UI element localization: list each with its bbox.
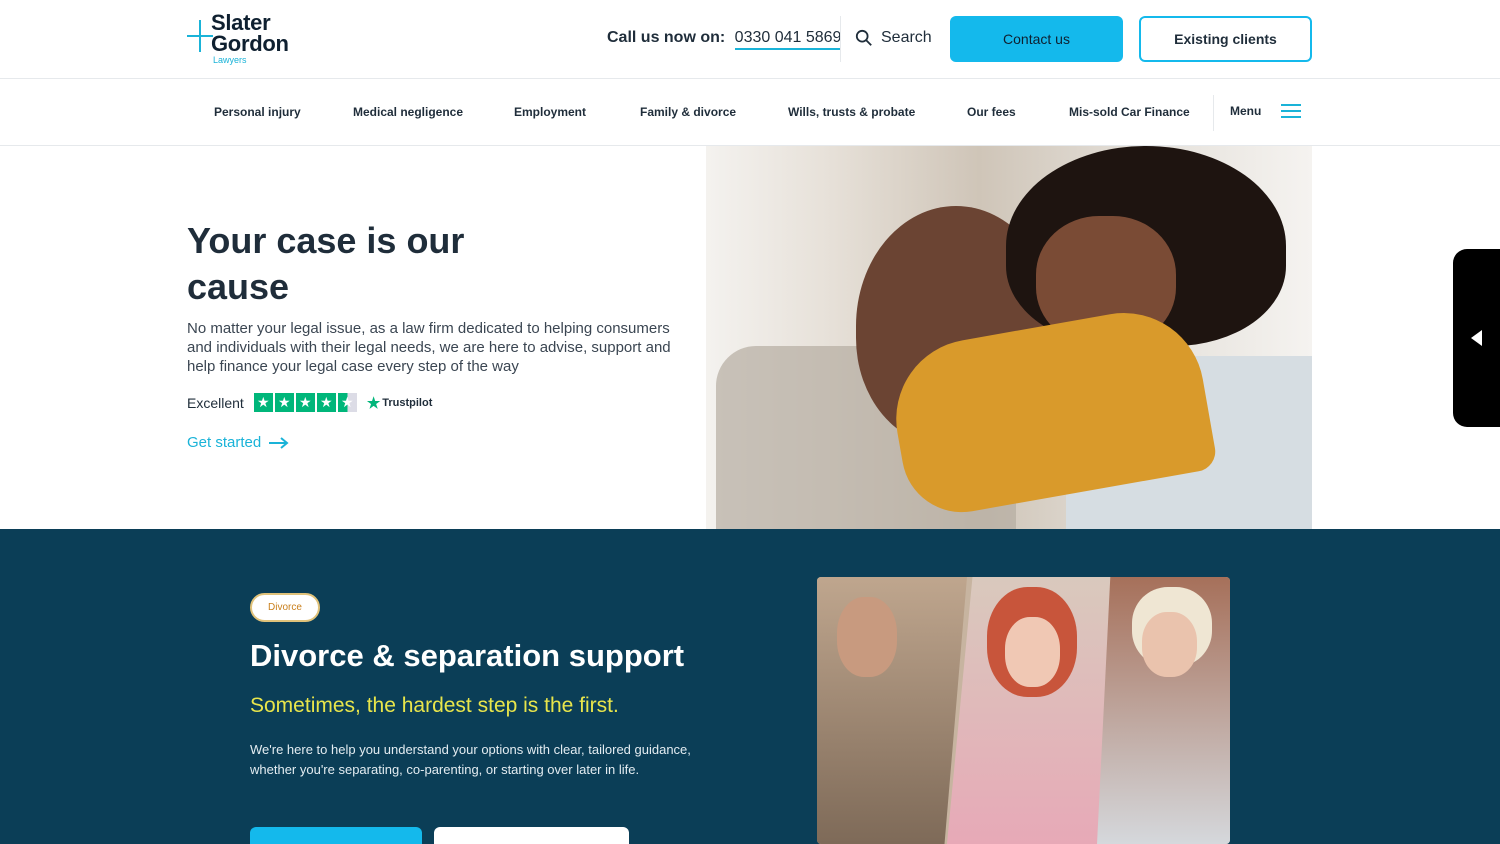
logo-line-2: Gordon <box>211 31 289 56</box>
section-image-woman <box>947 577 1117 844</box>
nav-divider <box>1213 95 1214 131</box>
hero-title: Your case is our cause <box>187 220 465 307</box>
rating-stars: ★ ★ ★ ★ ★ <box>253 393 357 412</box>
side-panel-toggle[interactable] <box>1453 249 1500 427</box>
hero-description: No matter your legal issue, as a law fir… <box>187 320 671 375</box>
search-label: Search <box>881 29 932 46</box>
section-image <box>817 577 1230 844</box>
trustpilot-logo: ★ Trustpilot <box>367 394 433 412</box>
section-subtitle: Sometimes, the hardest step is the first… <box>250 694 619 717</box>
trustpilot-label: Trustpilot <box>382 396 433 409</box>
section-description: We're here to help you understand your o… <box>250 742 691 777</box>
arrow-right-icon <box>269 436 289 449</box>
section-image-face <box>1005 617 1060 687</box>
search-icon <box>855 29 872 46</box>
call-us: Call us now on: 0330 041 5869 <box>607 29 842 50</box>
section-image-face <box>837 597 897 677</box>
logo-tagline: Lawyers <box>213 55 247 65</box>
star-icon: ★ <box>295 393 315 412</box>
section-primary-button[interactable] <box>250 827 422 844</box>
slater-gordon-logo[interactable]: Slater Gordon Lawyers <box>187 12 307 68</box>
category-badge: Divorce <box>250 593 320 622</box>
hero-image <box>706 146 1312 529</box>
get-started-link[interactable]: Get started <box>187 434 289 451</box>
hamburger-icon <box>1281 103 1302 119</box>
triangle-left-icon <box>1471 330 1482 346</box>
main-nav: Personal injury Medical negligence Emplo… <box>0 79 1500 146</box>
get-started-label: Get started <box>187 434 262 451</box>
search-button[interactable]: Search <box>855 29 932 47</box>
menu-label: Menu <box>1230 104 1262 118</box>
call-label: Call us now on: <box>607 29 726 46</box>
section-title: Divorce & separation support <box>250 638 685 673</box>
nav-item-our-fees[interactable]: Our fees <box>967 105 1016 119</box>
trustpilot-rating[interactable]: Excellent ★ ★ ★ ★ ★ ★ Trustpilot <box>187 393 432 412</box>
logo-line-1: Slater <box>211 10 271 35</box>
trustpilot-star-icon: ★ <box>366 394 381 412</box>
section-image-face <box>1142 612 1197 677</box>
star-icon: ★ <box>274 393 294 412</box>
rating-label: Excellent <box>187 394 244 411</box>
nav-item-employment[interactable]: Employment <box>514 105 586 119</box>
section-secondary-button[interactable] <box>434 827 629 844</box>
site-header: Slater Gordon Lawyers Call us now on: 03… <box>0 0 1500 79</box>
half-star-icon: ★ <box>337 393 357 412</box>
nav-item-personal-injury[interactable]: Personal injury <box>214 105 301 119</box>
divorce-section <box>0 529 1500 844</box>
nav-item-mis-sold-car-finance[interactable]: Mis-sold Car Finance <box>1069 105 1190 119</box>
nav-item-family-divorce[interactable]: Family & divorce <box>640 105 736 119</box>
logo-wordmark: Slater Gordon <box>211 10 289 56</box>
section-image-man <box>817 577 967 844</box>
section-image-older-woman <box>1097 577 1230 844</box>
logo-plus-bar <box>187 35 213 37</box>
menu-button[interactable]: Menu <box>1230 103 1302 119</box>
phone-link[interactable]: 0330 041 5869 <box>734 29 842 50</box>
nav-item-medical-negligence[interactable]: Medical negligence <box>353 105 463 119</box>
star-icon: ★ <box>316 393 336 412</box>
star-icon: ★ <box>253 393 273 412</box>
header-divider <box>840 16 841 62</box>
nav-item-wills-trusts-probate[interactable]: Wills, trusts & probate <box>788 105 915 119</box>
existing-clients-button[interactable]: Existing clients <box>1139 16 1312 62</box>
contact-us-button[interactable]: Contact us <box>950 16 1123 62</box>
